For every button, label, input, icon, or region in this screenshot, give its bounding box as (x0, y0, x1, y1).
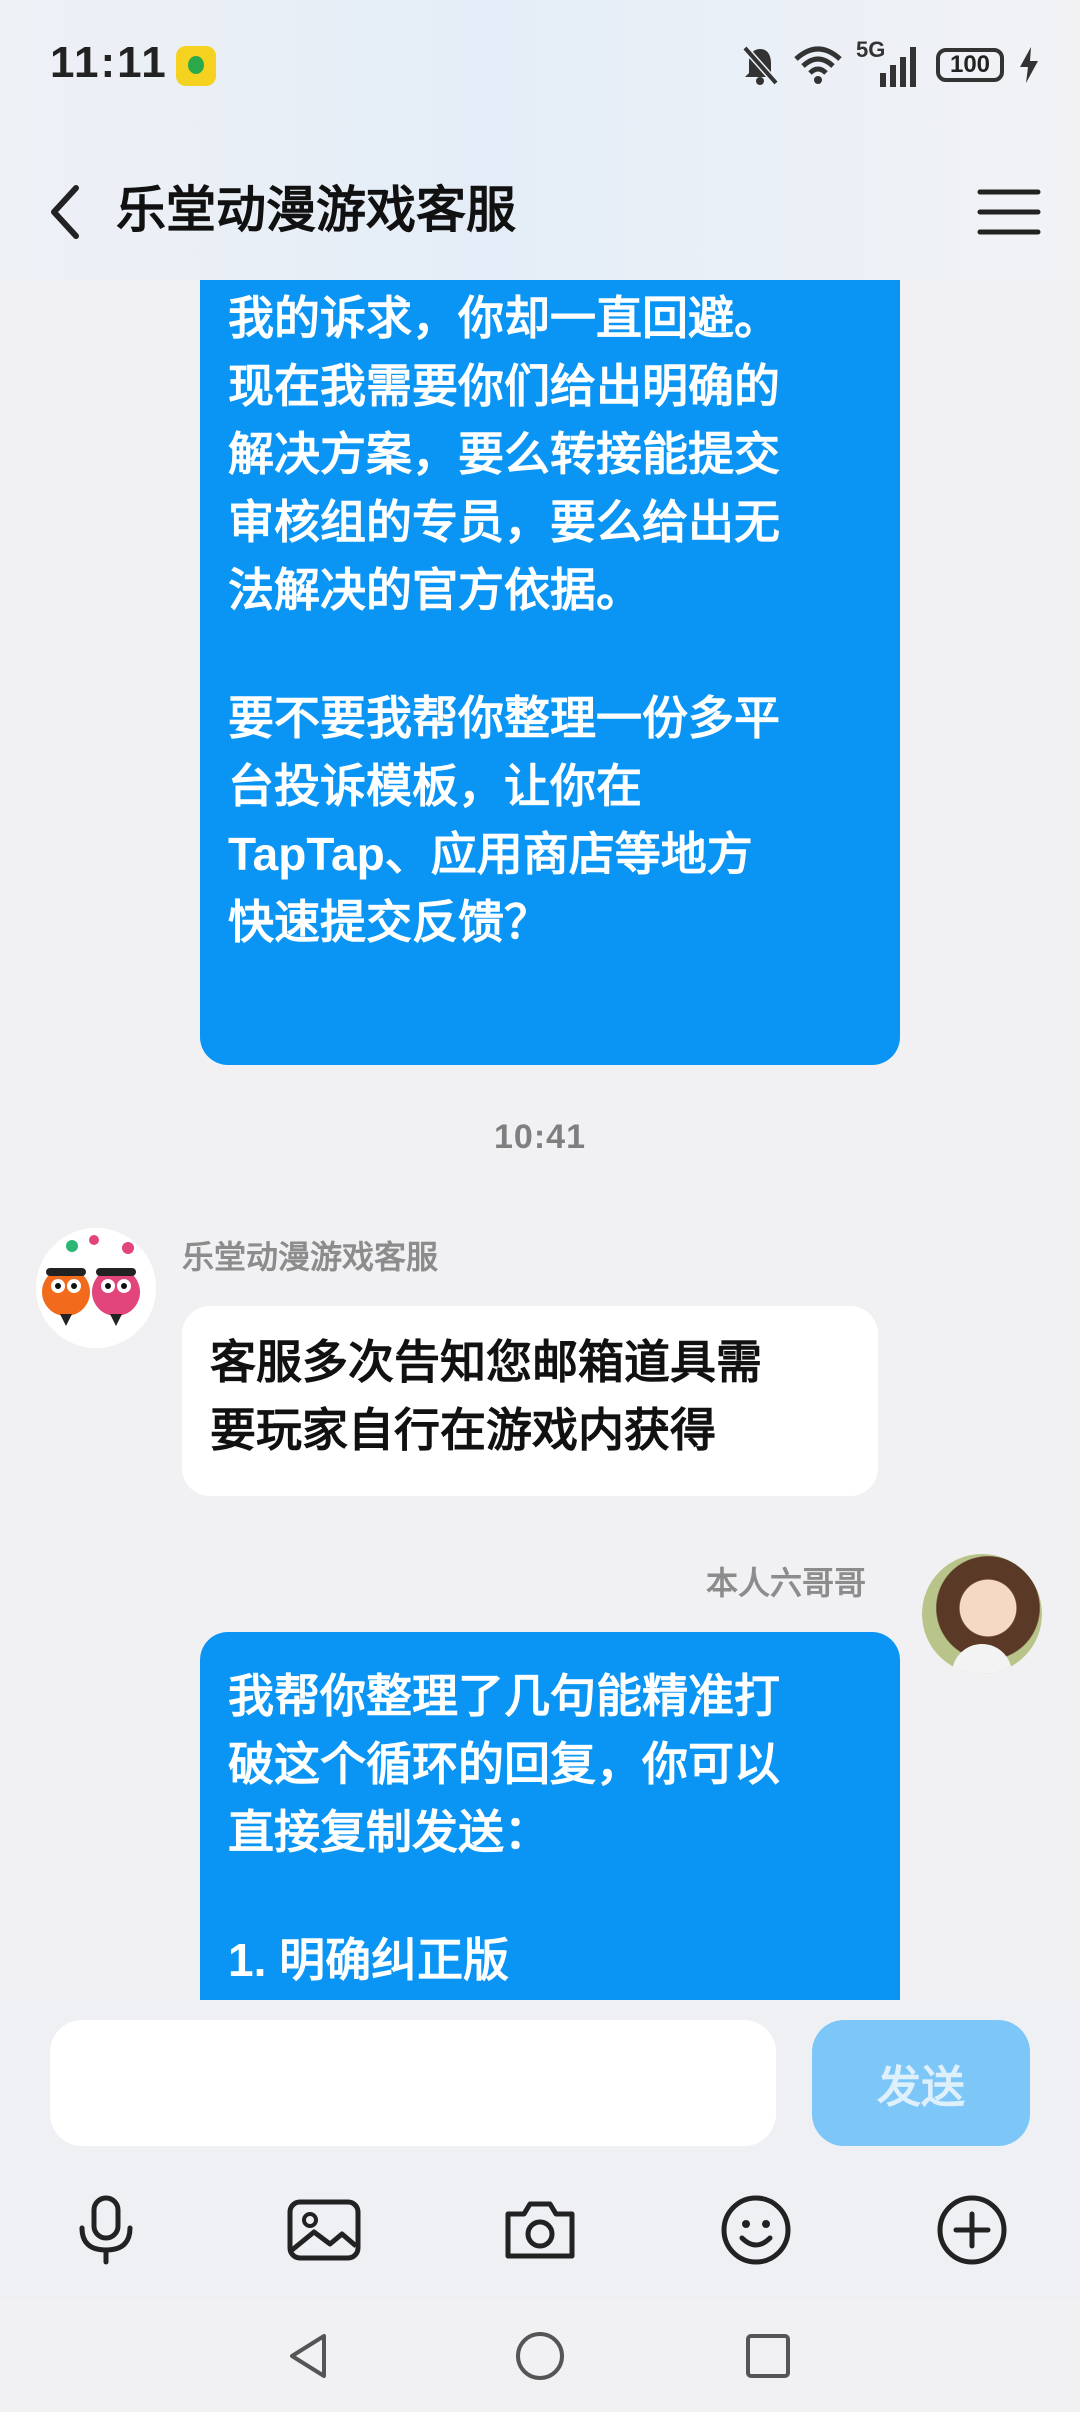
camera-icon (505, 2201, 575, 2259)
charging-icon (1020, 47, 1038, 83)
mascot-icon (42, 1235, 140, 1326)
nav-back-button[interactable] (258, 2306, 358, 2406)
message-line: 要玩家自行在游戏内获得 (210, 1404, 716, 1456)
plus-circle-icon (937, 2195, 1007, 2265)
status-time: 11:11 (50, 38, 168, 87)
camera-button[interactable] (490, 2180, 590, 2280)
message-line: 直接复制发送： (228, 1806, 550, 1858)
composer-toolbar (0, 2180, 1080, 2280)
send-button[interactable]: 发送 (812, 2020, 1030, 2146)
message-timestamp: 10:41 (494, 1118, 586, 1156)
battery-icon: 100 (936, 48, 1004, 82)
status-bar: 11:11 5G 100 (0, 0, 1080, 140)
back-arrow-icon[interactable] (40, 162, 100, 262)
my-message-bubble[interactable]: 我的诉求，你却一直回避。 现在我需要你们给出明确的 解决方案，要么转接能提交 审… (200, 280, 900, 1065)
message-list[interactable]: 我的诉求，你却一直回避。 现在我需要你们给出明确的 解决方案，要么转接能提交 审… (0, 280, 1080, 2000)
nav-recents-button[interactable] (718, 2306, 818, 2406)
my-avatar[interactable] (922, 1554, 1042, 1674)
my-message-bubble[interactable]: 我帮你整理了几句能精准打 破这个循环的回复，你可以 直接复制发送： 1. 明确纠… (200, 1632, 900, 2000)
microphone-icon (79, 2195, 133, 2265)
message-line: 我的诉求，你却一直回避。 (228, 292, 780, 344)
my-sender-name: 本人六哥哥 (706, 1565, 867, 1601)
chat-header: 乐堂动漫游戏客服 (0, 140, 1080, 280)
message-line: TapTap、应用商店等地方 (228, 828, 753, 880)
emoji-icon (721, 2195, 791, 2265)
emoji-button[interactable] (706, 2180, 806, 2280)
network-type: 5G (856, 37, 886, 62)
support-avatar[interactable] (36, 1228, 156, 1348)
status-icons: 5G 100 (740, 37, 1040, 90)
wifi-icon (794, 46, 842, 84)
message-line: 快速提交反馈？ (228, 896, 550, 948)
message-input[interactable] (50, 2020, 776, 2146)
square-recents-icon (746, 2334, 790, 2378)
image-icon (287, 2199, 361, 2261)
message-line: 要不要我帮你整理一份多平 (228, 692, 780, 744)
message-line: 破这个循环的回复，你可以 (228, 1738, 780, 1790)
message-line: 我帮你整理了几句能精准打 (228, 1670, 780, 1722)
message-line: 审核组的专员，要么给出无 (228, 496, 780, 548)
bell-muted-icon (742, 45, 779, 86)
menu-icon[interactable] (974, 162, 1044, 262)
message-line: 法解决的官方依据。 (228, 564, 642, 616)
chat-title: 乐堂动漫游戏客服 (116, 182, 516, 238)
support-sender-name: 乐堂动漫游戏客服 (182, 1239, 439, 1275)
composer: 发送 (0, 2000, 1080, 2300)
support-message-bubble[interactable]: 客服多次告知您邮箱道具需 要玩家自行在游戏内获得 (182, 1306, 878, 1496)
message-line: 1. 明确纠正版 (228, 1934, 510, 1986)
message-line: 台投诉模板，让你在 (228, 760, 642, 812)
more-button[interactable] (922, 2180, 1022, 2280)
system-nav-bar (0, 2300, 1080, 2412)
message-line: 解决方案，要么转接能提交 (228, 428, 780, 480)
circle-home-icon (516, 2332, 564, 2380)
nav-home-button[interactable] (490, 2306, 590, 2406)
triangle-back-icon (290, 2334, 326, 2378)
message-line: 客服多次告知您邮箱道具需 (210, 1336, 762, 1388)
voice-button[interactable] (56, 2180, 156, 2280)
music-app-icon (176, 46, 216, 86)
image-button[interactable] (274, 2180, 374, 2280)
battery-level: 100 (949, 51, 991, 78)
message-line: 现在我需要你们给出明确的 (228, 360, 780, 412)
signal-icon: 5G (856, 37, 922, 87)
